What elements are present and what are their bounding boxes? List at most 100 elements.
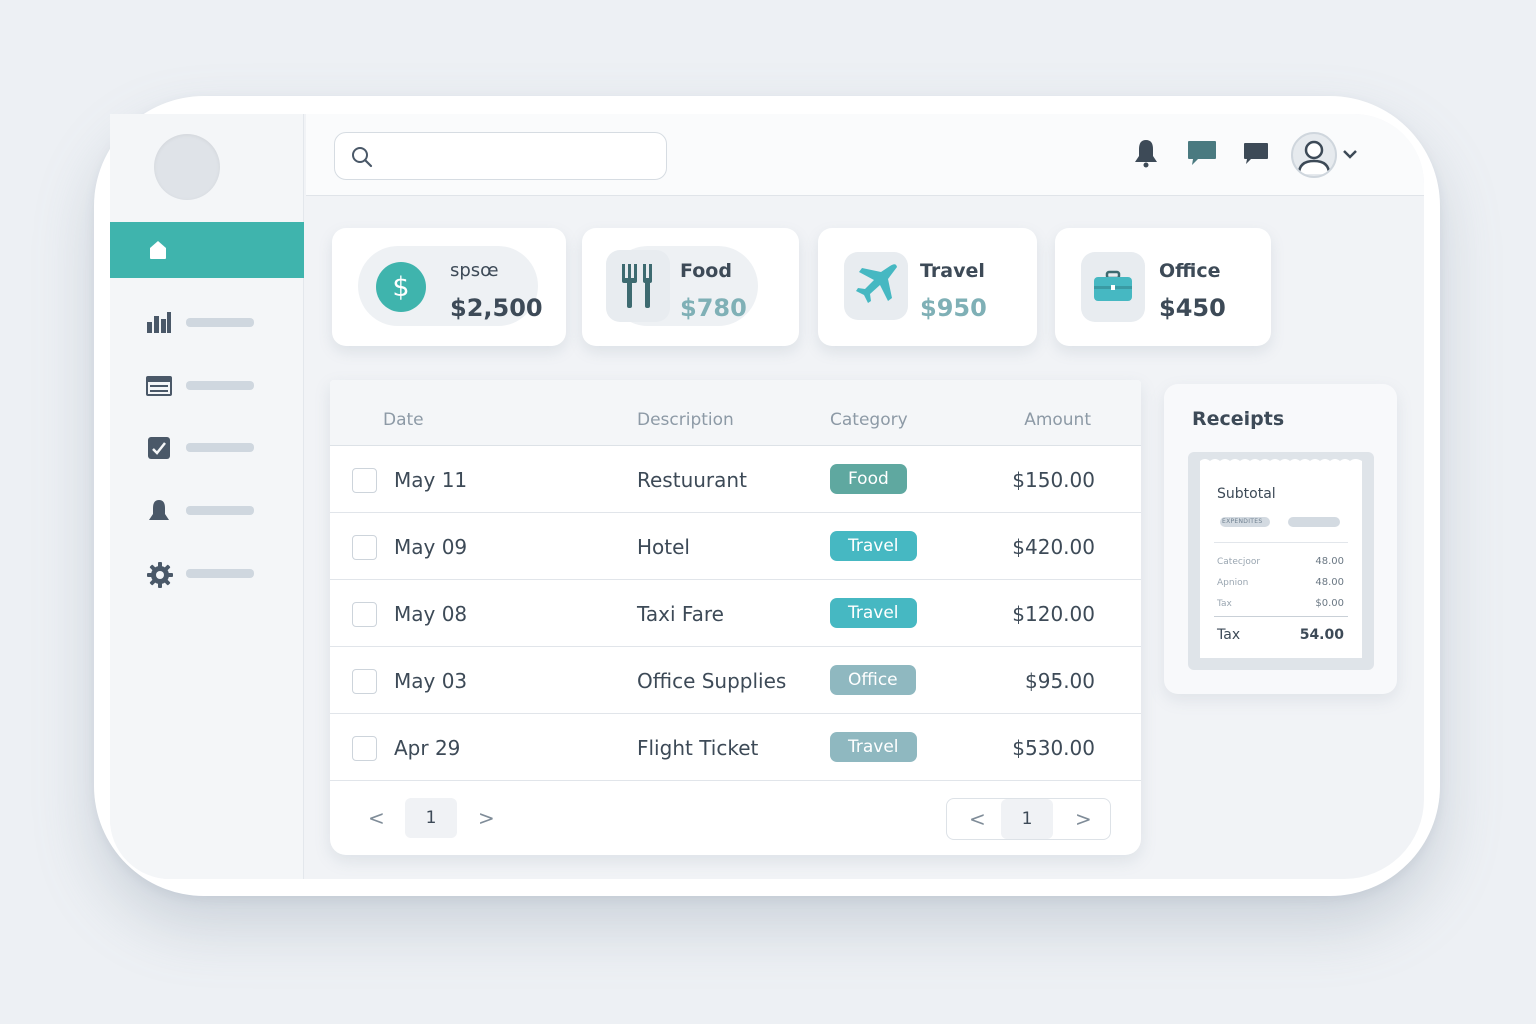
summary-card-travel[interactable]: Travel $950 (818, 228, 1037, 346)
sidebar-item-settings[interactable] (146, 559, 296, 588)
receipt-slip[interactable]: Subtotal EXPENDITES Catecjoor 48.00 Apni… (1200, 459, 1362, 658)
card-label: Travel (920, 260, 985, 282)
receipt-line-label: Tax (1217, 599, 1232, 609)
receipt-line-value: $0.00 (1315, 598, 1344, 609)
sidebar-item-tasks[interactable] (146, 433, 296, 461)
sidebar-item-alerts[interactable] (146, 496, 296, 524)
bell-icon[interactable] (1132, 138, 1160, 168)
sidebar (110, 114, 304, 879)
checklist-icon (148, 437, 170, 459)
category-tag: Food (830, 464, 907, 494)
card-value: $2,500 (450, 294, 543, 322)
summary-card-office[interactable]: Office $450 (1055, 228, 1271, 346)
category-tag: Office (830, 665, 916, 695)
receipt-line-label: Catecjoor (1217, 557, 1261, 567)
row-amount: $530.00 (1012, 736, 1095, 760)
user-avatar-icon (1297, 140, 1331, 175)
prev-page-button[interactable]: < (969, 807, 986, 831)
next-page-button[interactable]: > (1075, 807, 1092, 831)
search-box[interactable] (334, 132, 667, 180)
column-header-description[interactable]: Description (637, 410, 734, 430)
app-screen: $ spsœ $2,500 Food $780 Travel $950 Offi… (110, 114, 1424, 879)
dollar-icon: $ (376, 262, 426, 312)
table-row[interactable]: May 11 Restuurant Food $150.00 (330, 446, 1141, 513)
row-amount: $95.00 (1025, 669, 1095, 693)
search-input[interactable] (383, 141, 653, 171)
next-page-button[interactable]: > (478, 806, 495, 830)
receipt-divider (1214, 542, 1348, 543)
column-header-category[interactable]: Category (830, 410, 908, 430)
bar-chart-icon (147, 312, 171, 333)
list-icon (146, 376, 172, 396)
user-avatar[interactable] (1291, 132, 1337, 178)
row-checkbox[interactable] (352, 736, 377, 761)
receipts-panel: Receipts Subtotal EXPENDITES Catecjoor 4… (1164, 384, 1397, 694)
receipt-zigzag-top (1200, 459, 1362, 465)
chat-bubble-icon[interactable] (1186, 138, 1218, 168)
table-row[interactable]: May 09 Hotel Travel $420.00 (330, 513, 1141, 580)
receipt-line-value: 48.00 (1315, 577, 1344, 588)
receipt-line-label: Apnion (1217, 578, 1249, 588)
svg-text:$: $ (392, 272, 409, 303)
category-tag: Travel (830, 598, 917, 628)
column-header-date[interactable]: Date (383, 410, 424, 430)
receipts-title: Receipts (1192, 408, 1285, 430)
bell-icon (149, 500, 169, 520)
logo (154, 134, 220, 200)
pagination-left: < 1 > (360, 798, 510, 840)
row-date: May 11 (394, 468, 468, 492)
table-row[interactable]: Apr 29 Flight Ticket Travel $530.00 (330, 714, 1141, 781)
row-date: Apr 29 (394, 736, 461, 760)
card-value: $780 (680, 294, 747, 322)
prev-page-button[interactable]: < (368, 806, 385, 830)
sidebar-item-label (186, 443, 254, 452)
summary-card-total[interactable]: $ spsœ $2,500 (332, 228, 566, 346)
chevron-down-icon[interactable] (1342, 148, 1358, 160)
row-checkbox[interactable] (352, 535, 377, 560)
sidebar-item-label (186, 569, 254, 578)
sidebar-item-analytics[interactable] (146, 308, 296, 336)
expenses-table: Date Description Category Amount May 11 … (330, 380, 1141, 855)
row-date: May 08 (394, 602, 468, 626)
row-description: Flight Ticket (637, 736, 759, 760)
page-number-button[interactable]: 1 (1001, 799, 1053, 839)
receipt-total-label: Tax (1217, 627, 1241, 643)
receipt-chip (1288, 517, 1340, 527)
top-bar (306, 114, 1424, 196)
column-header-amount[interactable]: Amount (1024, 410, 1091, 430)
card-label: Food (680, 260, 732, 282)
airplane-icon (844, 252, 908, 320)
sidebar-item-label (186, 318, 254, 327)
card-label: Office (1159, 260, 1221, 282)
row-checkbox[interactable] (352, 602, 377, 627)
sidebar-item-label (186, 506, 254, 515)
gear-icon (147, 562, 173, 588)
row-description: Taxi Fare (637, 602, 724, 626)
briefcase-icon (1081, 252, 1145, 322)
sidebar-item-home[interactable] (110, 222, 304, 278)
row-description: Hotel (637, 535, 690, 559)
row-date: May 03 (394, 669, 468, 693)
row-amount: $150.00 (1012, 468, 1095, 492)
receipt-divider (1214, 616, 1348, 617)
card-value: $950 (920, 294, 987, 322)
receipt-total-value: 54.00 (1299, 627, 1344, 643)
message-icon[interactable] (1242, 138, 1270, 166)
card-value: $450 (1159, 294, 1226, 322)
table-row[interactable]: May 03 Office Supplies Office $95.00 (330, 647, 1141, 714)
sidebar-item-records[interactable] (146, 371, 296, 399)
table-row[interactable]: May 08 Taxi Fare Travel $120.00 (330, 580, 1141, 647)
receipt-zigzag-bottom (1200, 652, 1362, 658)
row-checkbox[interactable] (352, 468, 377, 493)
receipt-subtotal-label: Subtotal (1217, 486, 1276, 502)
receipt-line-value: 48.00 (1315, 556, 1344, 567)
summary-card-food[interactable]: Food $780 (582, 228, 799, 346)
row-amount: $120.00 (1012, 602, 1095, 626)
category-tag: Travel (830, 531, 917, 561)
fork-knife-icon (606, 250, 670, 322)
category-tag: Travel (830, 732, 917, 762)
page-number-button[interactable]: 1 (405, 798, 457, 838)
table-header: Date Description Category Amount (330, 380, 1141, 446)
receipt-chip-text: EXPENDITES (1222, 518, 1263, 525)
row-checkbox[interactable] (352, 669, 377, 694)
